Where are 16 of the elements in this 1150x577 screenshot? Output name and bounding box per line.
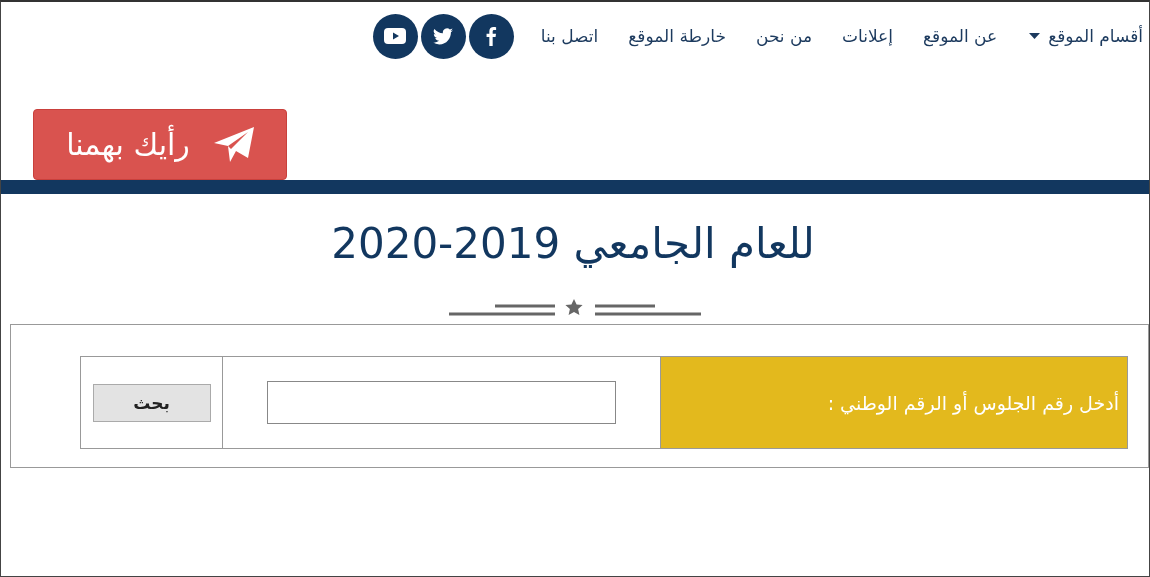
nav-link[interactable]: اتصل بنا (540, 26, 599, 46)
caret-icon (1029, 33, 1041, 39)
search-button[interactable]: بحث (92, 383, 211, 422)
facebook-icon[interactable] (468, 13, 514, 59)
nav-link[interactable]: من نحن (755, 26, 813, 46)
nav-link[interactable]: إعلانات (842, 26, 893, 46)
search-field[interactable] (267, 381, 616, 424)
search-label: أدخل رقم الجلوس أو الرقم الوطني : (660, 357, 1127, 448)
twitter-icon[interactable] (420, 13, 466, 59)
feedback-button[interactable]: رأيك بهمنا (33, 109, 287, 180)
nav-link[interactable]: عن الموقع (923, 26, 998, 46)
nav-link[interactable]: خارطة الموقع (628, 26, 726, 46)
youtube-icon[interactable] (372, 13, 418, 59)
nav-link[interactable]: أقسام الموقع (1029, 26, 1143, 46)
paper-plane-icon (213, 126, 254, 163)
page-title: للعام الجامعي 2019-2020 (330, 218, 816, 270)
